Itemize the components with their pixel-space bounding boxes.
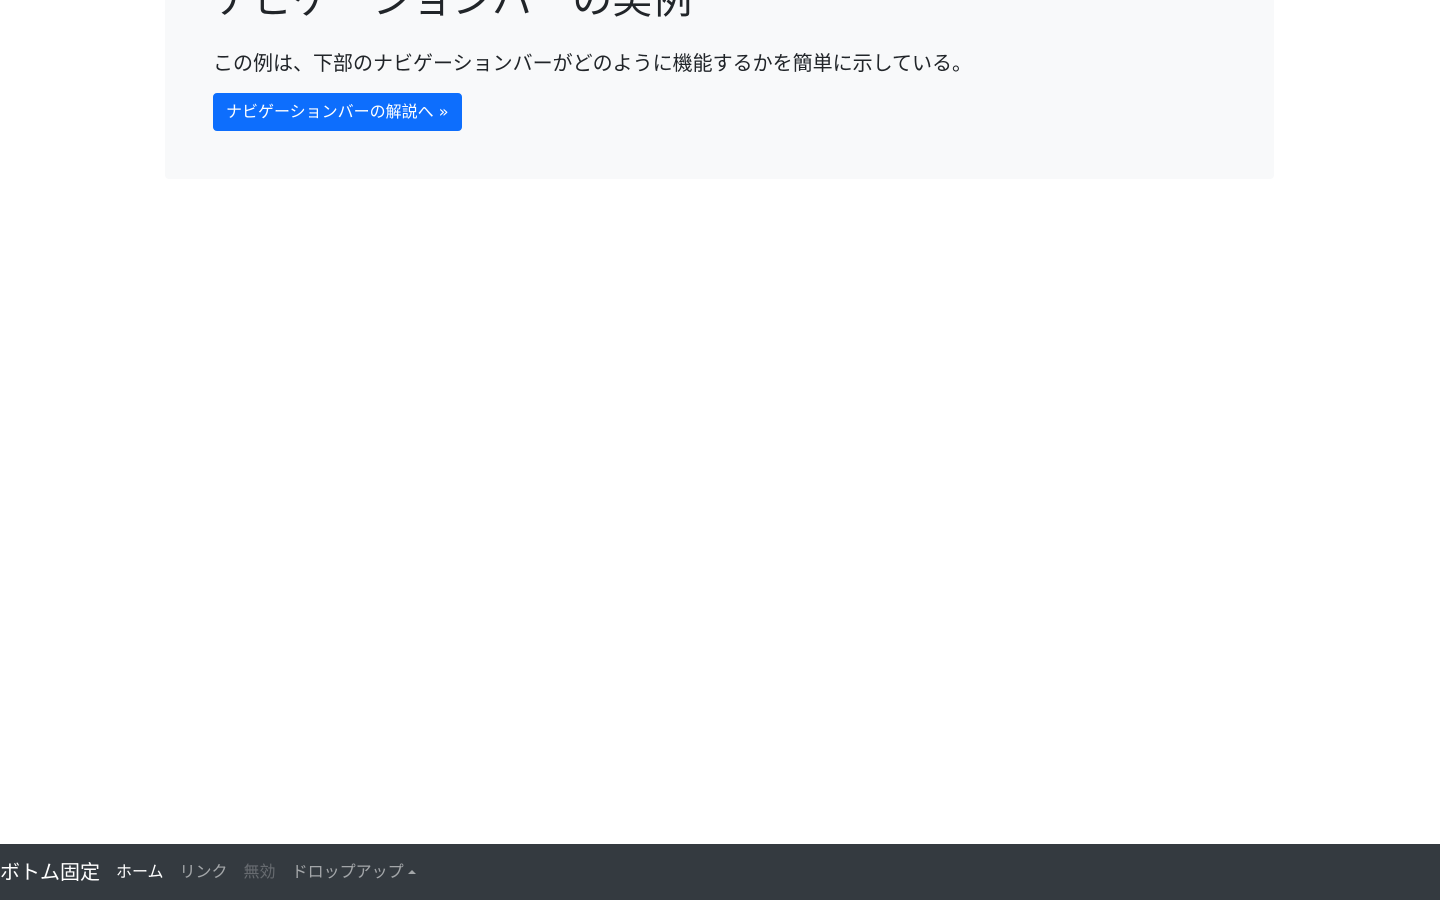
jumbotron: ナビゲーションバーの実例 この例は、下部のナビゲーションバーがどのように機能する…: [165, 0, 1274, 179]
bottom-navbar: ボトム固定 ホーム リンク 無効 ドロップアップ: [0, 844, 1440, 900]
nav-item-dropup: ドロップアップ: [284, 852, 424, 892]
nav-list: ホーム リンク 無効 ドロップアップ: [108, 852, 424, 892]
nav-item-home: ホーム: [108, 852, 172, 892]
lead-text: この例は、下部のナビゲーションバーがどのように機能するかを簡単に示している。: [213, 51, 972, 75]
nav-link-dropup[interactable]: ドロップアップ: [284, 852, 424, 892]
nav-link-home[interactable]: ホーム: [108, 852, 172, 892]
caret-up-icon: [407, 870, 416, 874]
nav-link-disabled: 無効: [243, 862, 276, 881]
nav-item-disabled: 無効: [236, 852, 284, 892]
nav-link-link[interactable]: リンク: [172, 852, 236, 892]
nav-item-link: リンク: [172, 852, 236, 892]
navbar-docs-button[interactable]: ナビゲーションバーの解説へ »: [213, 93, 462, 131]
navbar-brand[interactable]: ボトム固定: [0, 862, 100, 882]
dropup-label: ドロップアップ: [291, 862, 404, 881]
page-title: ナビゲーションバーの実例: [213, 0, 693, 23]
